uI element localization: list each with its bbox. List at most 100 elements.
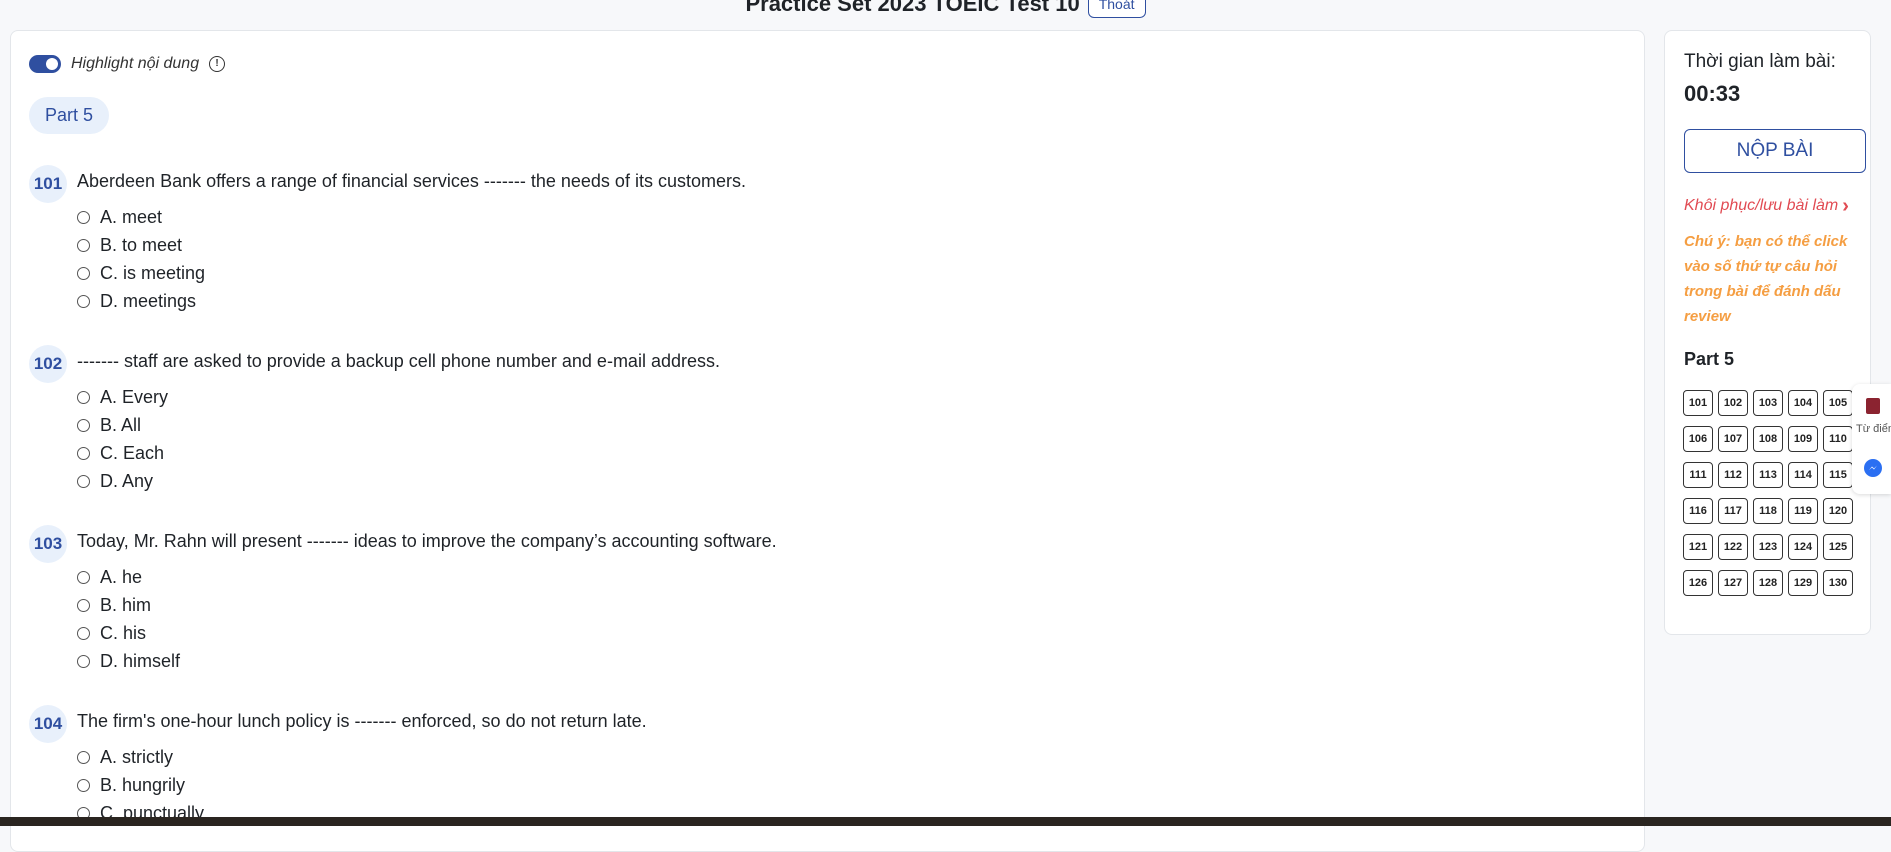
radio-button[interactable] — [77, 654, 90, 668]
question-nav-button[interactable]: 130 — [1823, 570, 1853, 596]
answer-option[interactable]: D. meetings — [77, 287, 1624, 315]
sidebar-part-label: Part 5 — [1684, 349, 1735, 369]
question-nav-button[interactable]: 127 — [1718, 570, 1748, 596]
option-label: C. Each — [100, 442, 165, 463]
question-header: 101 Aberdeen Bank offers a range of finan… — [29, 159, 1624, 203]
question-text: ------- staff are asked to provide a bac… — [77, 350, 720, 371]
part-label: Part 5 — [29, 97, 110, 134]
radio-button[interactable] — [77, 294, 90, 308]
highlight-label: Highlight nội dung — [71, 55, 200, 72]
radio-button[interactable] — [77, 210, 90, 224]
question-nav-button[interactable]: 102 — [1718, 390, 1748, 416]
question-nav-button[interactable]: 104 — [1788, 390, 1818, 416]
question-nav-button[interactable]: 129 — [1788, 570, 1818, 596]
question-grid: 101 102 103 104 105 106 107 108 109 110 111 112 113 1… — [1683, 390, 1853, 596]
question-nav-button[interactable]: 123 — [1753, 534, 1783, 560]
taskbar-strip — [0, 817, 1891, 826]
question-nav-button[interactable]: 112 — [1718, 462, 1748, 488]
question-header: 104 The firm's one-hour lunch policy is -… — [29, 699, 1624, 743]
question-nav-button[interactable]: 117 — [1718, 498, 1748, 524]
question-nav-button[interactable]: 122 — [1718, 534, 1748, 560]
question-nav-button[interactable]: 105 — [1823, 390, 1853, 416]
question-nav-button[interactable]: 124 — [1788, 534, 1818, 560]
question-number: 104 — [29, 705, 67, 743]
info-icon[interactable]: ! — [209, 56, 226, 72]
radio-button[interactable] — [77, 626, 90, 640]
option-label: D. himself — [100, 650, 181, 671]
question-text: Today, Mr. Rahn will present ------- ide… — [77, 530, 777, 551]
dictionary-label[interactable]: Từ điển — [1856, 423, 1891, 435]
question-nav-button[interactable]: 114 — [1788, 462, 1818, 488]
radio-button[interactable] — [77, 390, 90, 404]
question-item: 103 Today, Mr. Rahn will present ------- … — [29, 519, 1624, 675]
question-nav-button[interactable]: 119 — [1788, 498, 1818, 524]
question-nav-button[interactable]: 111 — [1683, 462, 1713, 488]
question-text: The firm's one-hour lunch policy is ----… — [77, 710, 647, 731]
option-label: B. hungrily — [100, 774, 186, 795]
answer-option[interactable]: C. is meeting — [77, 259, 1624, 287]
highlight-toggle[interactable] — [29, 55, 61, 73]
question-nav-button[interactable]: 115 — [1823, 462, 1853, 488]
dictionary-icon[interactable] — [1866, 398, 1880, 414]
question-nav-button[interactable]: 103 — [1753, 390, 1783, 416]
answer-option[interactable]: B. All — [77, 411, 1624, 439]
answer-option[interactable]: B. him — [77, 591, 1624, 619]
option-label: C. his — [100, 622, 147, 643]
option-label: A. strictly — [100, 746, 174, 767]
question-item: 102 ------- staff are asked to provide a … — [29, 339, 1624, 495]
timer: 00:33 — [1684, 81, 1741, 106]
answer-option[interactable]: B. hungrily — [77, 771, 1624, 799]
radio-button[interactable] — [77, 750, 90, 764]
question-nav-button[interactable]: 125 — [1823, 534, 1853, 560]
question-nav-button[interactable]: 120 — [1823, 498, 1853, 524]
radio-button[interactable] — [77, 418, 90, 432]
answer-option[interactable]: C. his — [77, 619, 1624, 647]
answer-option[interactable]: D. Any — [77, 467, 1624, 495]
chevron-right-icon: › — [1842, 195, 1849, 217]
option-label: C. is meeting — [100, 262, 206, 283]
option-label: B. All — [100, 414, 142, 435]
floating-tools: Từ điển — [1852, 384, 1891, 494]
page-header: Practice Set 2023 TOEIC Test 10 Thoát — [0, 0, 1891, 20]
question-nav-button[interactable]: 121 — [1683, 534, 1713, 560]
question-nav-button[interactable]: 113 — [1753, 462, 1783, 488]
radio-button[interactable] — [77, 570, 90, 584]
answer-option[interactable]: A. he — [77, 563, 1624, 591]
messenger-icon[interactable] — [1864, 459, 1882, 477]
answer-option[interactable]: A. strictly — [77, 743, 1624, 771]
radio-button[interactable] — [77, 446, 90, 460]
question-nav-button[interactable]: 107 — [1718, 426, 1748, 452]
question-nav-button[interactable]: 118 — [1753, 498, 1783, 524]
question-panel: Highlight nội dung ! Part 5 101 Aberdeen … — [10, 30, 1645, 852]
submit-button[interactable]: NỘP BÀI — [1684, 129, 1866, 173]
exit-button[interactable]: Thoát — [1087, 0, 1146, 18]
radio-button[interactable] — [77, 266, 90, 280]
answer-option[interactable]: B. to meet — [77, 231, 1624, 259]
radio-button[interactable] — [77, 238, 90, 252]
time-label: Thời gian làm bài: — [1684, 51, 1836, 72]
question-nav-button[interactable]: 110 — [1823, 426, 1853, 452]
question-nav-button[interactable]: 128 — [1753, 570, 1783, 596]
question-nav-button[interactable]: 108 — [1753, 426, 1783, 452]
radio-button[interactable] — [77, 474, 90, 488]
answer-option[interactable]: C. Each — [77, 439, 1624, 467]
option-label: B. to meet — [100, 234, 183, 255]
question-header: 103 Today, Mr. Rahn will present ------- … — [29, 519, 1624, 563]
option-label: D. meetings — [100, 290, 197, 311]
answer-option[interactable]: D. himself — [77, 647, 1624, 675]
option-label: A. he — [100, 566, 143, 587]
answer-option[interactable]: A. Every — [77, 383, 1624, 411]
question-nav-button[interactable]: 116 — [1683, 498, 1713, 524]
question-nav-button[interactable]: 106 — [1683, 426, 1713, 452]
radio-button[interactable] — [77, 778, 90, 792]
question-number: 101 — [29, 165, 67, 203]
question-nav-button[interactable]: 126 — [1683, 570, 1713, 596]
restore-link[interactable]: Khôi phục/lưu bài làm › — [1684, 196, 1849, 216]
radio-button[interactable] — [77, 598, 90, 612]
question-nav-button[interactable]: 109 — [1788, 426, 1818, 452]
question-list: 101 Aberdeen Bank offers a range of finan… — [29, 159, 1624, 851]
option-label: B. him — [100, 594, 152, 615]
option-label: D. Any — [100, 470, 154, 491]
question-nav-button[interactable]: 101 — [1683, 390, 1713, 416]
answer-option[interactable]: A. meet — [77, 203, 1624, 231]
